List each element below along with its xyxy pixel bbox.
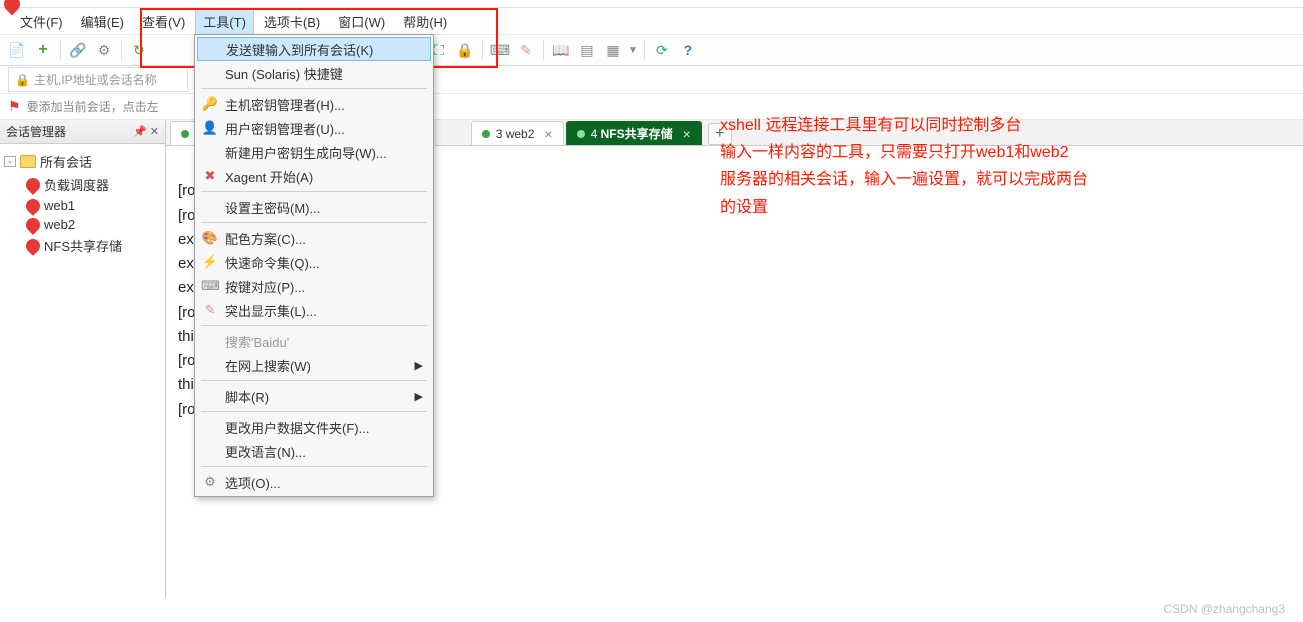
separator <box>201 191 427 192</box>
separator <box>201 466 427 467</box>
menu-web-search[interactable]: 在网上搜索(W)▶ <box>197 353 431 377</box>
grid-icon[interactable]: ▦ <box>602 39 624 61</box>
menu-key-mapping[interactable]: ⌨按键对应(P)... <box>197 274 431 298</box>
menu-highlight-set[interactable]: ✎突出显示集(L)... <box>197 298 431 322</box>
tree-item-loadbalancer[interactable]: 负载调度器 <box>26 173 161 196</box>
menu-search-baidu: 搜索'Baidu' <box>197 329 431 353</box>
tree-item-nfs[interactable]: NFS共享存储 <box>26 234 161 257</box>
separator <box>60 40 61 60</box>
menu-script[interactable]: 脚本(R)▶ <box>197 384 431 408</box>
menu-view[interactable]: 查看(V) <box>134 8 193 35</box>
separator <box>201 325 427 326</box>
menu-help[interactable]: 帮助(H) <box>395 8 455 35</box>
status-dot-icon <box>482 130 490 138</box>
menubar: 文件(F) 编辑(E) 查看(V) 工具(T) 选项卡(B) 窗口(W) 帮助(… <box>0 8 1303 34</box>
reconnect-icon[interactable]: ↻ <box>128 39 150 61</box>
menu-change-data-folder[interactable]: 更改用户数据文件夹(F)... <box>197 415 431 439</box>
separator <box>201 88 427 89</box>
menu-window[interactable]: 窗口(W) <box>330 8 393 35</box>
separator <box>201 380 427 381</box>
flag-icon: ⚑ <box>8 98 21 115</box>
session-icon <box>23 236 43 256</box>
sidebar-header: 会话管理器 📌 ✕ <box>0 120 165 144</box>
session-icon <box>23 175 43 195</box>
submenu-arrow-icon: ▶ <box>415 390 423 403</box>
gear-icon[interactable]: ⚙ <box>93 39 115 61</box>
open-icon[interactable]: 📄 <box>6 39 28 61</box>
bolt-icon: ⚡ <box>201 254 219 270</box>
submenu-arrow-icon: ▶ <box>415 359 423 372</box>
close-icon[interactable]: × <box>540 126 552 142</box>
menu-master-password[interactable]: 设置主密码(M)... <box>197 195 431 219</box>
menu-change-language[interactable]: 更改语言(N)... <box>197 439 431 463</box>
menu-quick-cmd[interactable]: ⚡快速命令集(Q)... <box>197 250 431 274</box>
menu-new-key-wizard[interactable]: 新建用户密钥生成向导(W)... <box>197 140 431 164</box>
tree-item-web2[interactable]: web2 <box>26 215 161 234</box>
menu-options[interactable]: ⚙选项(O)... <box>197 470 431 494</box>
tools-dropdown: 发送键输入到所有会话(K) Sun (Solaris) 快捷键 🔑主机密钥管理者… <box>194 34 434 497</box>
menu-user-key-mgr[interactable]: 👤用户密钥管理者(U)... <box>197 116 431 140</box>
keyboard-icon: ⌨ <box>201 278 219 294</box>
user-key-icon: 👤 <box>201 120 219 136</box>
xagent-icon: ✖ <box>201 168 219 184</box>
session-tree: - 所有会话 负载调度器 web1 web2 <box>0 144 165 263</box>
tree-item-web1[interactable]: web1 <box>26 196 161 215</box>
menu-sun-shortcut[interactable]: Sun (Solaris) 快捷键 <box>197 61 431 85</box>
palette-icon: 🎨 <box>201 230 219 246</box>
session-manager-panel: 会话管理器 📌 ✕ - 所有会话 负载调度器 web1 w <box>0 120 166 598</box>
menu-tools[interactable]: 工具(T) <box>195 8 254 35</box>
status-dot-icon <box>577 130 585 138</box>
panel-icon[interactable]: ▤ <box>576 39 598 61</box>
status-dot-icon <box>181 130 189 138</box>
refresh-icon[interactable]: ⟳ <box>651 39 673 61</box>
help-icon[interactable]: ? <box>677 39 699 61</box>
menu-edit[interactable]: 编辑(E) <box>73 8 132 35</box>
lock-mini-icon: 🔒 <box>15 73 30 87</box>
tab-3-web2[interactable]: 3 web2 × <box>471 121 564 145</box>
watermark: CSDN @zhangchang3 <box>1163 602 1285 616</box>
highlight-icon[interactable]: ✎ <box>515 39 537 61</box>
close-icon[interactable]: × <box>679 126 691 142</box>
separator <box>543 40 544 60</box>
menu-host-key-mgr[interactable]: 🔑主机密钥管理者(H)... <box>197 92 431 116</box>
book-icon[interactable]: 📖 <box>550 39 572 61</box>
menu-send-keys-all[interactable]: 发送键输入到所有会话(K) <box>197 37 431 61</box>
menu-file[interactable]: 文件(F) <box>12 8 71 35</box>
key-icon: 🔑 <box>201 96 219 112</box>
folder-icon <box>20 155 36 168</box>
separator <box>201 222 427 223</box>
tree-root[interactable]: - 所有会话 <box>4 150 161 173</box>
lock-icon[interactable]: 🔒 <box>454 39 476 61</box>
tree-toggle-icon[interactable]: - <box>4 156 16 167</box>
annotation-text: xshell 远程连接工具里有可以同时控制多台 输入一样内容的工具，只需要只打开… <box>720 112 1180 221</box>
highlight-icon: ✎ <box>201 302 219 318</box>
new-icon[interactable]: + <box>32 39 54 61</box>
menu-xagent-start[interactable]: ✖Xagent 开始(A) <box>197 164 431 188</box>
address-input[interactable]: 🔒 主机,IP地址或会话名称 <box>8 67 188 92</box>
menu-tabs[interactable]: 选项卡(B) <box>256 8 328 35</box>
separator <box>201 411 427 412</box>
link-icon[interactable]: 🔗 <box>67 39 89 61</box>
separator <box>482 40 483 60</box>
session-icon <box>23 196 43 216</box>
keyboard-icon[interactable]: ⌨ <box>489 39 511 61</box>
separator <box>644 40 645 60</box>
menu-color-scheme[interactable]: 🎨配色方案(C)... <box>197 226 431 250</box>
session-icon <box>23 215 43 235</box>
gear-icon: ⚙ <box>201 474 219 490</box>
separator <box>121 40 122 60</box>
sidebar-controls[interactable]: 📌 ✕ <box>133 125 159 138</box>
tab-4-nfs[interactable]: 4 NFS共享存储 × <box>566 121 702 145</box>
